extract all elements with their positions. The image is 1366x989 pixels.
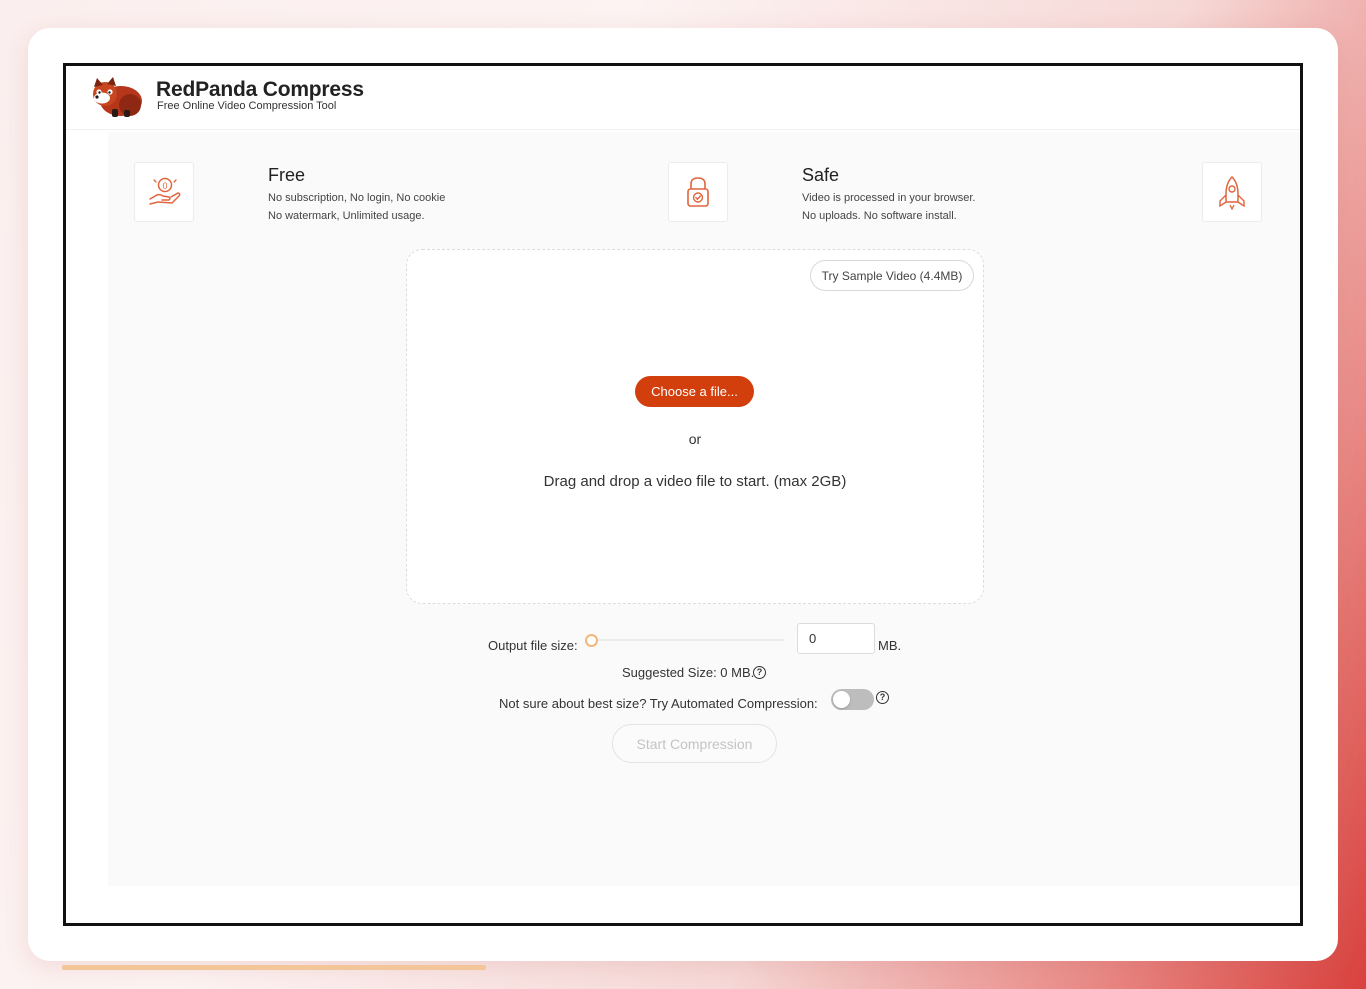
feature-safe-desc: Video is processed in your browser. No u… bbox=[802, 189, 975, 225]
feature-safe-line2: No uploads. No software install. bbox=[802, 210, 957, 222]
auto-compression-help-icon[interactable]: ? bbox=[876, 691, 889, 704]
output-size-slider-track[interactable] bbox=[594, 639, 784, 641]
feature-free-line1: No subscription, No login, No cookie bbox=[268, 192, 446, 204]
brand-title: RedPanda Compress bbox=[156, 78, 364, 101]
output-size-input[interactable] bbox=[797, 623, 875, 654]
svg-text:0: 0 bbox=[162, 181, 167, 191]
suggested-size-help-icon[interactable]: ? bbox=[753, 666, 766, 679]
feature-free-line2: No watermark, Unlimited usage. bbox=[268, 210, 425, 222]
suggested-size-text: Suggested Size: 0 MB. bbox=[622, 665, 755, 680]
auto-compression-toggle[interactable] bbox=[831, 689, 874, 710]
output-size-label: Output file size: bbox=[488, 638, 578, 653]
rocket-icon bbox=[1219, 175, 1245, 210]
choose-file-button[interactable]: Choose a file... bbox=[635, 376, 754, 407]
feature-safe-line1: Video is processed in your browser. bbox=[802, 192, 976, 204]
or-text: or bbox=[688, 431, 702, 447]
feature-safe-title: Safe bbox=[802, 165, 840, 185]
toggle-knob bbox=[833, 691, 850, 708]
feature-free-desc: No subscription, No login, No cookie No … bbox=[268, 189, 445, 225]
brand-subtitle: Free Online Video Compression Tool bbox=[157, 100, 337, 112]
main-content: 0 Free No subscription, No login, No coo… bbox=[108, 132, 1300, 886]
drag-drop-hint: Drag and drop a video file to start. (ma… bbox=[543, 473, 847, 490]
file-dropzone[interactable]: Try Sample Video (4.4MB) Choose a file..… bbox=[406, 249, 984, 604]
auto-compression-label: Not sure about best size? Try Automated … bbox=[499, 696, 818, 711]
header: RedPanda Compress Free Online Video Comp… bbox=[66, 66, 1300, 130]
feature-safe-icon-box bbox=[668, 162, 728, 222]
output-size-slider-thumb[interactable] bbox=[585, 634, 598, 647]
feature-fast-icon-box bbox=[1202, 162, 1262, 222]
feature-free-icon-box: 0 bbox=[134, 162, 194, 222]
progress-bar bbox=[62, 965, 486, 970]
output-size-unit: MB. bbox=[878, 638, 902, 653]
try-sample-button[interactable]: Try Sample Video (4.4MB) bbox=[810, 260, 974, 291]
lock-icon bbox=[687, 177, 709, 207]
red-panda-logo[interactable] bbox=[88, 75, 144, 119]
feature-free-title: Free bbox=[268, 165, 306, 185]
app-frame: RedPanda Compress Free Online Video Comp… bbox=[63, 63, 1303, 926]
start-compression-button[interactable]: Start Compression bbox=[612, 724, 777, 763]
hand-coin-icon: 0 bbox=[149, 177, 181, 205]
